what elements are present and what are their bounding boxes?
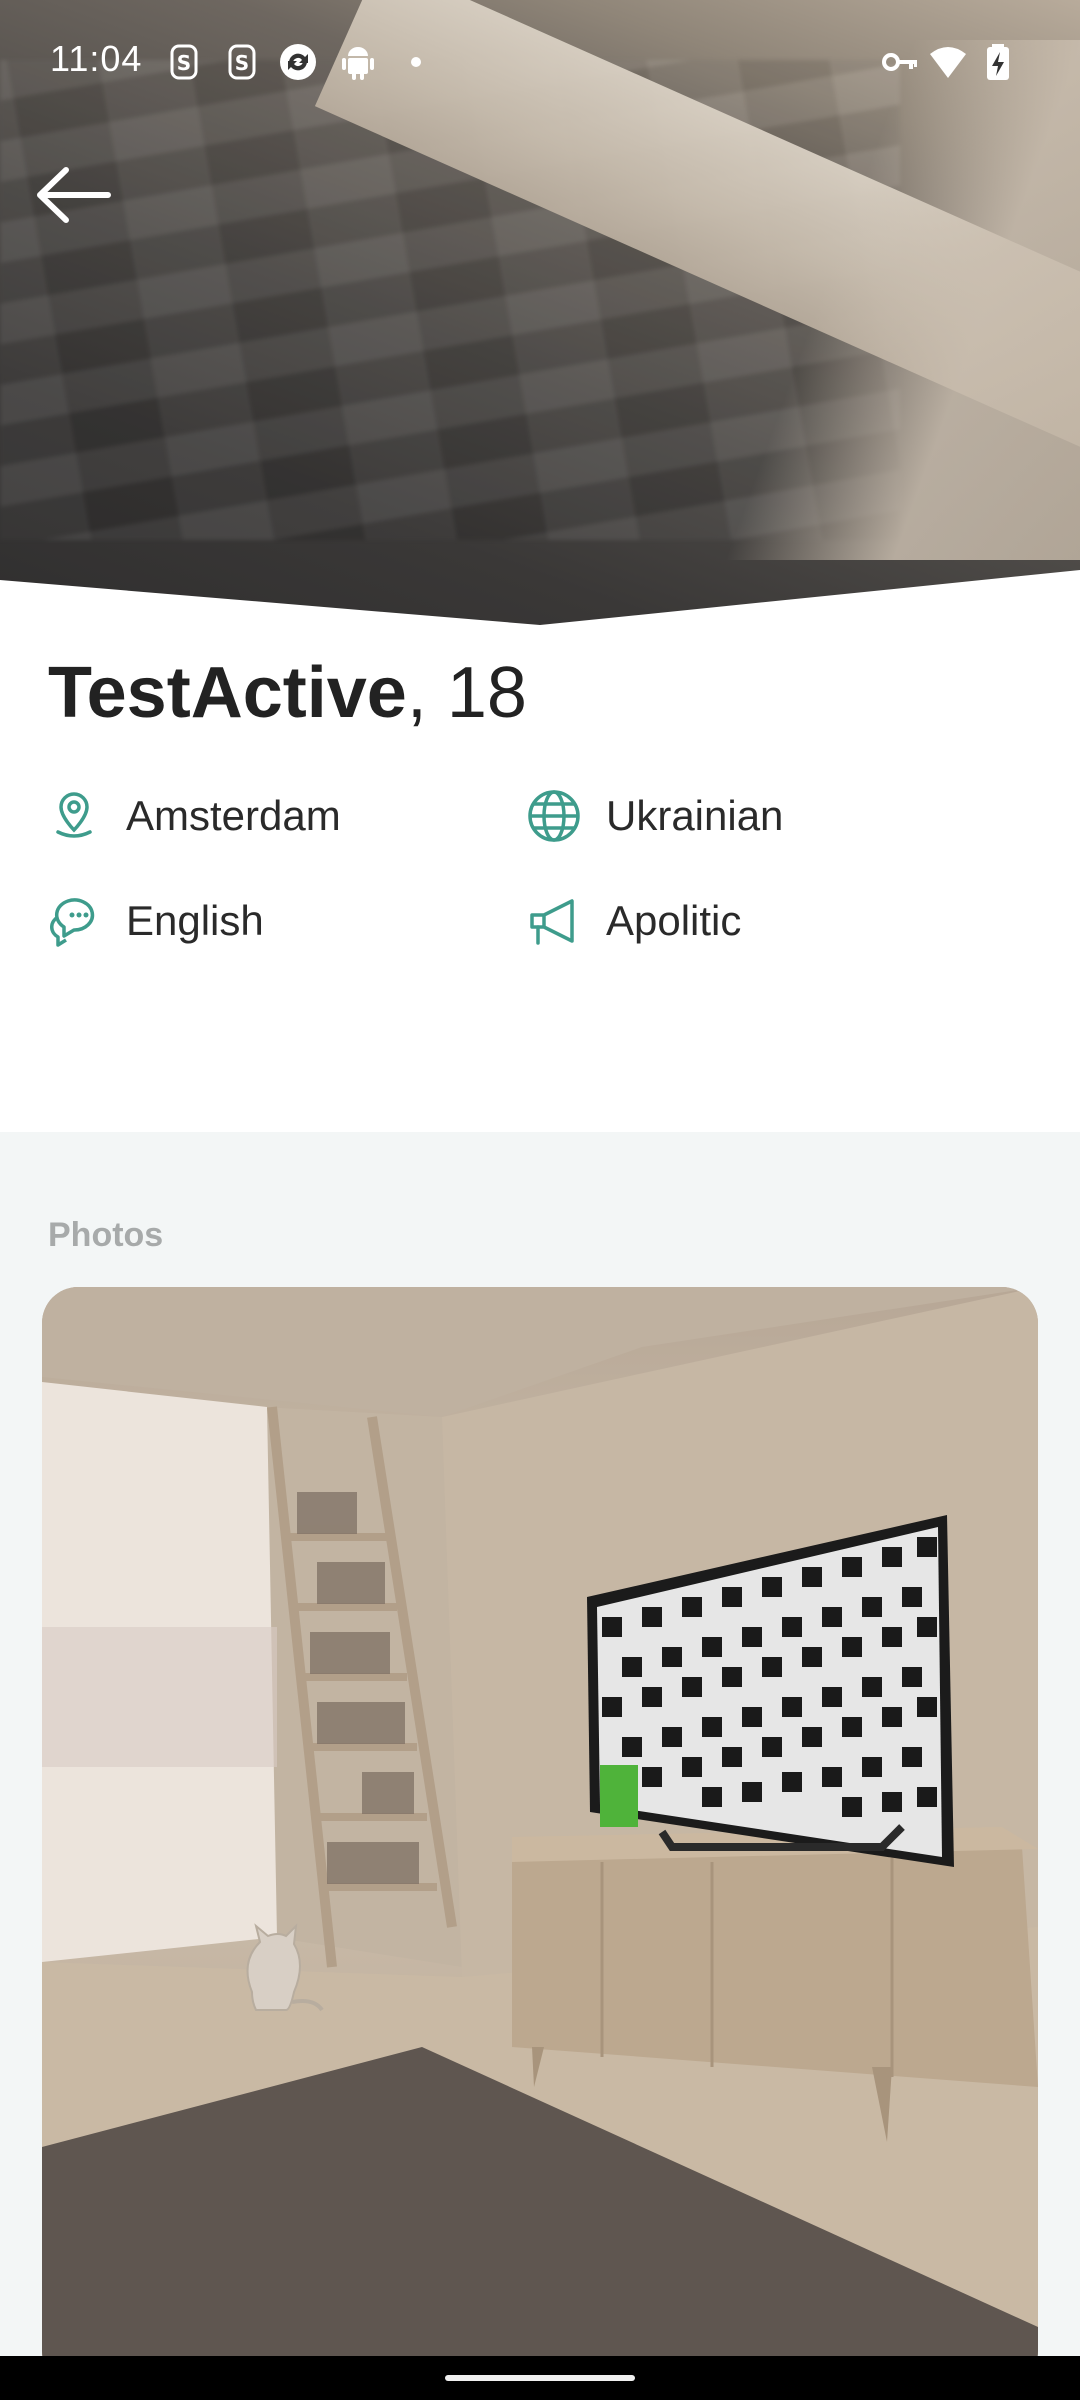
profile-name: TestActive xyxy=(48,653,407,733)
android-icon xyxy=(342,47,374,80)
photos-section: Photos xyxy=(0,1132,1080,2387)
system-navigation-bar xyxy=(0,2356,1080,2400)
sync-icon xyxy=(280,44,316,80)
wifi-icon xyxy=(930,47,966,78)
profile-name-age: TestActive, 18 xyxy=(48,650,527,736)
info-language-spoken-label: English xyxy=(126,897,264,944)
cover-bottom-edge xyxy=(0,570,1080,640)
info-language-spoken: English xyxy=(46,891,264,951)
info-language-native: Ukrainian xyxy=(526,786,783,846)
status-time: 11:04 xyxy=(50,38,143,79)
svg-text:S: S xyxy=(235,51,249,75)
profile-photo[interactable] xyxy=(42,1287,1038,2387)
info-politics-label: Apolitic xyxy=(606,897,742,944)
info-location: Amsterdam xyxy=(46,786,341,846)
svg-text:S: S xyxy=(177,51,191,75)
photo-room-illustration xyxy=(42,1287,1038,2387)
profile-age: , 18 xyxy=(406,653,527,733)
megaphone-icon xyxy=(530,899,574,945)
s-sim-icon: S xyxy=(228,44,256,80)
chat-bubbles-icon xyxy=(50,898,95,947)
photos-section-title: Photos xyxy=(48,1216,164,1254)
info-language-native-label: Ukrainian xyxy=(606,792,784,839)
back-arrow-icon[interactable] xyxy=(30,160,130,230)
battery-charging-icon xyxy=(987,44,1009,80)
vpn-key-icon xyxy=(882,53,917,71)
info-location-label: Amsterdam xyxy=(126,792,341,839)
home-gesture-handle[interactable] xyxy=(445,2375,635,2381)
globe-icon xyxy=(528,790,580,842)
profile-info: TestActive, 18 Amsterdam Ukrainian Engli… xyxy=(0,640,1080,1132)
status-bar: 11:04 S S xyxy=(0,0,1080,125)
s-sim-icon: S xyxy=(170,44,198,80)
dot-icon xyxy=(411,57,421,67)
info-politics: Apolitic xyxy=(526,891,741,951)
location-pin-icon xyxy=(56,792,92,838)
